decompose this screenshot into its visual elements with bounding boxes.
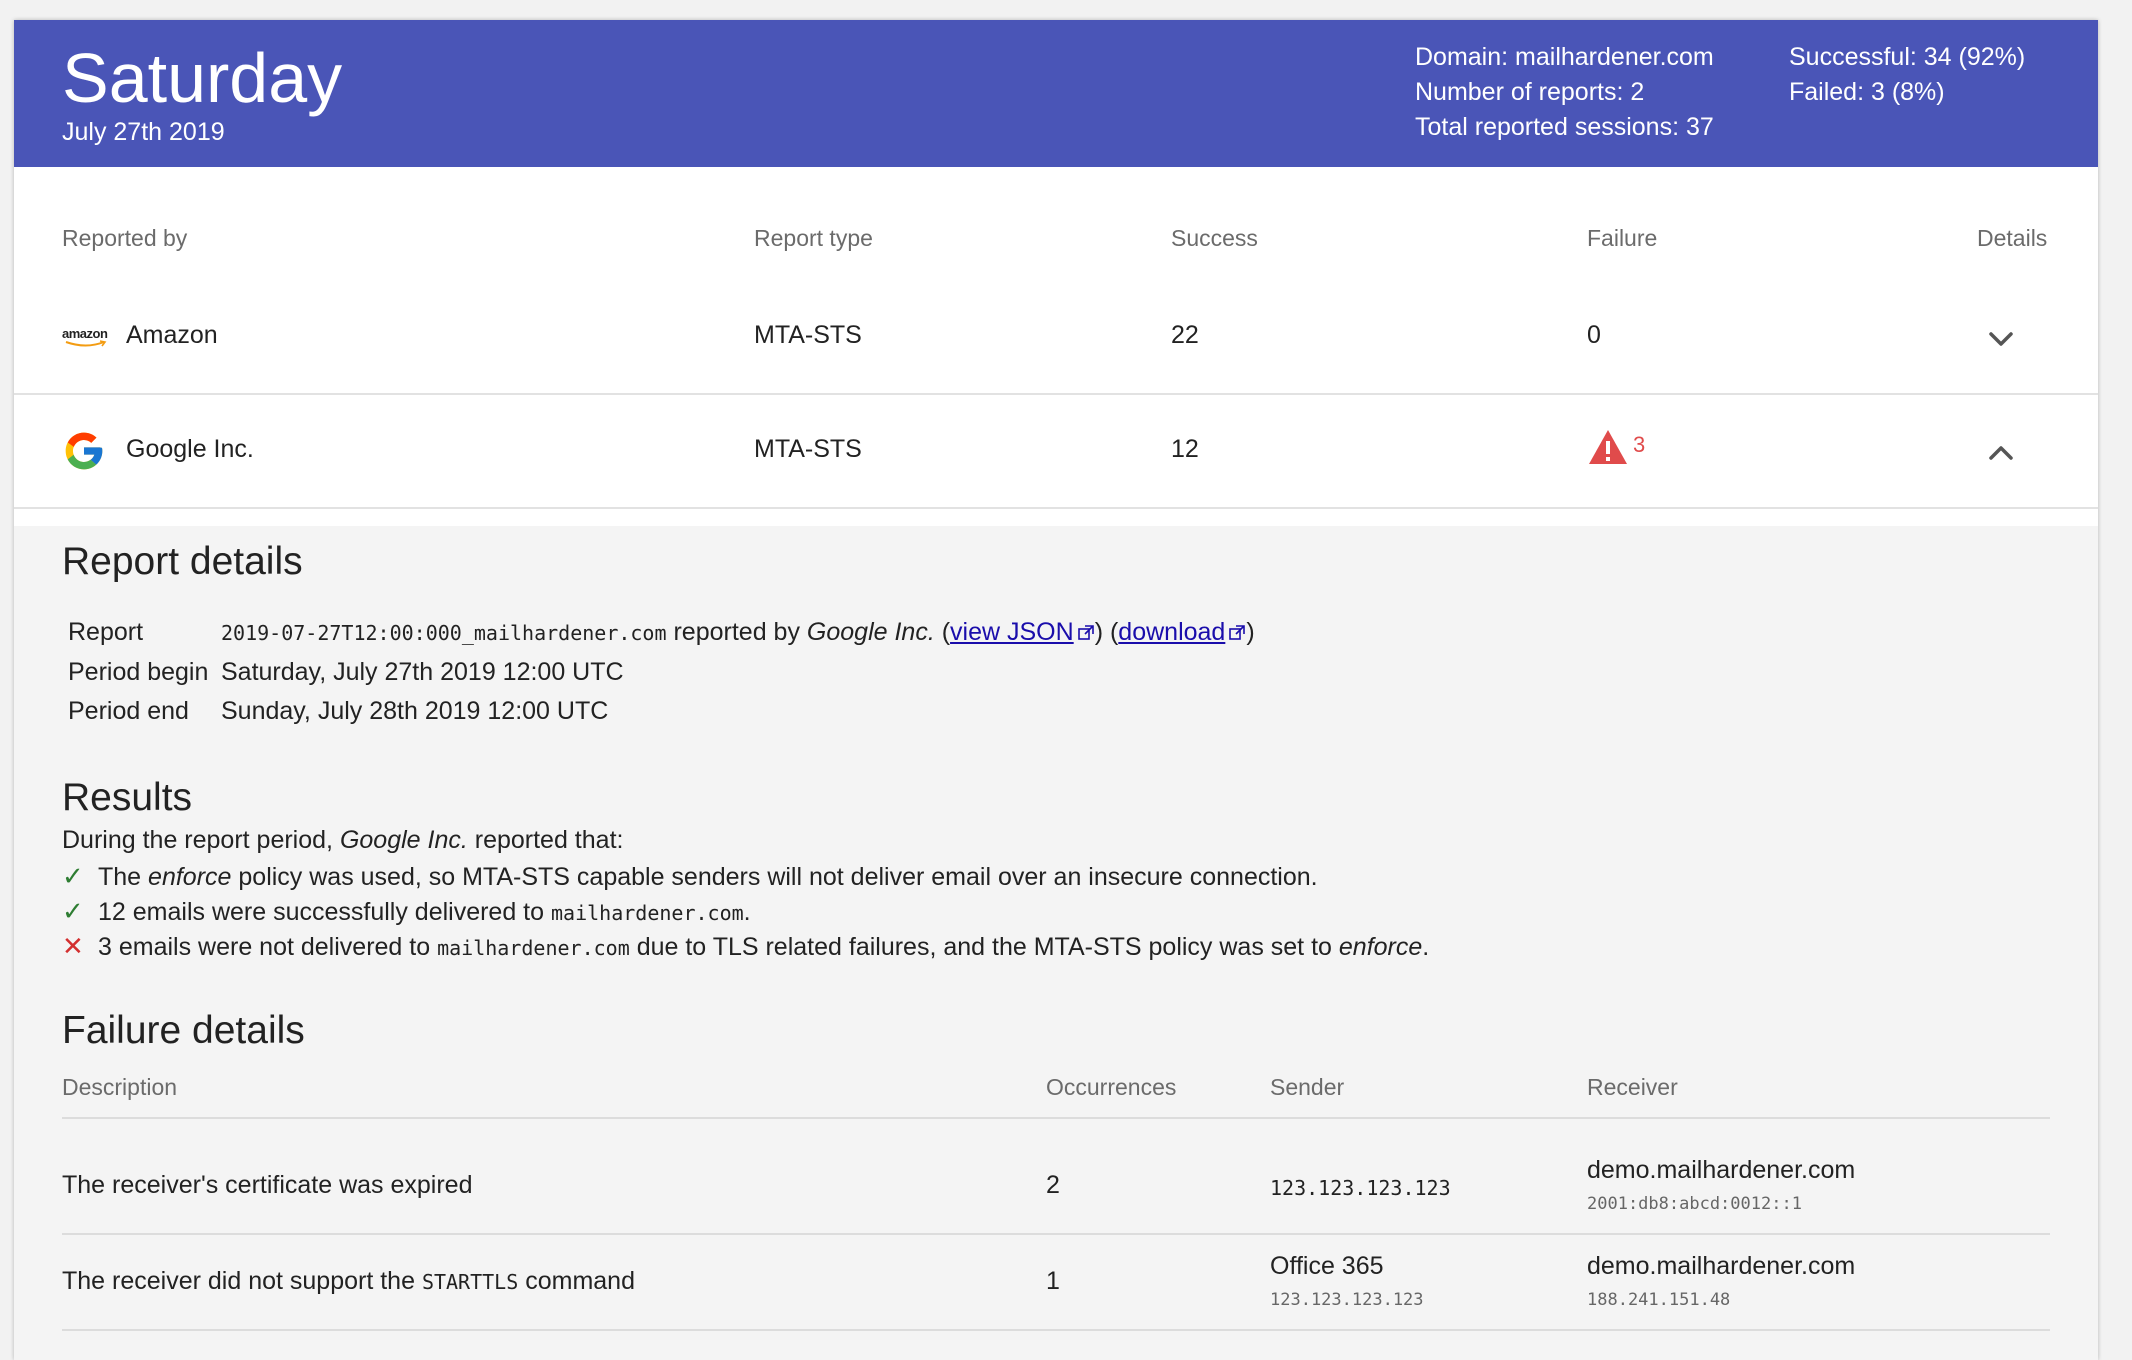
failure-description: The receiver did not support the STARTTL…	[62, 1267, 635, 1295]
result-item: ✓ The enforce policy was used, so MTA-STS…	[62, 861, 1318, 891]
result-item: ✓ 12 emails were successfully delivered t…	[62, 896, 751, 926]
failure-receiver: demo.mailhardener.com	[1587, 1252, 1856, 1280]
view-json-link[interactable]: view JSON	[950, 618, 1095, 646]
result-stats: Successful: 34 (92%) Failed: 3 (8%)	[1789, 40, 2025, 110]
col-receiver: Receiver	[1587, 1074, 1678, 1100]
reporter-name: Google Inc.	[806, 618, 935, 646]
failure-sender: 123.123.123.123	[1270, 1176, 1451, 1200]
report-value: 2019-07-27T12:00:000_mailhardener.com re…	[221, 618, 1255, 646]
period-begin-label: Period begin	[68, 658, 209, 686]
failure-description: The receiver's certificate was expired	[62, 1171, 473, 1199]
amazon-smile-icon	[65, 340, 107, 347]
table-row[interactable]: Google Inc. MTA-STS 12 3	[14, 395, 2098, 509]
failed-text: Failed: 3 (8%)	[1789, 78, 1945, 106]
period-end-label: Period end	[68, 697, 189, 725]
report-label: Report	[68, 618, 144, 646]
domain-stats: Domain: mailhardener.com Number of repor…	[1415, 40, 1714, 145]
failure-occurrences: 1	[1046, 1267, 1060, 1295]
amazon-logo: amazon	[62, 326, 108, 347]
external-link-icon	[1229, 625, 1246, 641]
success-count: 22	[1171, 321, 1199, 349]
col-details: Details	[1977, 225, 2048, 251]
report-card: Saturday July 27th 2019 Domain: mailhard…	[14, 20, 2098, 1360]
divider	[62, 1233, 2050, 1235]
reporter-name: Google Inc.	[126, 435, 254, 463]
table-header-row: Reported by Report type Success Failure …	[14, 167, 2098, 283]
chevron-up-icon[interactable]	[1981, 433, 2021, 473]
divider	[62, 1329, 2050, 1331]
failure-sender: Office 365	[1270, 1252, 1384, 1280]
col-sender: Sender	[1270, 1074, 1345, 1100]
period-end-value: Sunday, July 28th 2019 12:00 UTC	[221, 697, 609, 725]
col-failure: Failure	[1587, 225, 1658, 251]
col-success: Success	[1171, 225, 1258, 251]
external-link-icon	[1077, 625, 1094, 641]
col-report-type: Report type	[754, 225, 873, 251]
failure-details-title: Failure details	[62, 1009, 305, 1052]
report-id: 2019-07-27T12:00:000_mailhardener.com	[221, 621, 667, 645]
results-intro: During the report period, Google Inc. re…	[62, 826, 624, 854]
warning-icon	[1589, 430, 1627, 464]
report-type: MTA-STS	[754, 435, 862, 463]
failure-count: 0	[1587, 321, 1601, 349]
failure-count: 3	[1633, 432, 1646, 457]
day-title: Saturday	[62, 39, 343, 117]
reported-by-text: reported by	[673, 618, 800, 646]
col-reported-by: Reported by	[62, 225, 188, 251]
failure-receiver-ip: 2001:db8:abcd:0012::1	[1587, 1194, 1802, 1214]
failure-receiver-ip: 188.241.151.48	[1587, 1290, 1731, 1310]
table-row[interactable]: amazon Amazon MTA-STS 22 0	[14, 281, 2098, 395]
day-header: Saturday July 27th 2019 Domain: mailhard…	[14, 20, 2098, 167]
report-type: MTA-STS	[754, 321, 862, 349]
cross-icon: ✕	[62, 931, 84, 961]
failure-occurrences: 2	[1046, 1171, 1060, 1199]
day-date: July 27th 2019	[62, 118, 225, 146]
report-details-panel: Report details Report 2019-07-27T12:00:0…	[14, 526, 2098, 1360]
domain-text: Domain: mailhardener.com	[1415, 43, 1714, 71]
google-logo	[65, 432, 103, 470]
period-begin-value: Saturday, July 27th 2019 12:00 UTC	[221, 658, 624, 686]
total-sessions-text: Total reported sessions: 37	[1415, 113, 1714, 141]
check-icon: ✓	[62, 896, 84, 926]
num-reports-text: Number of reports: 2	[1415, 78, 1645, 106]
divider	[62, 1117, 2050, 1119]
successful-text: Successful: 34 (92%)	[1789, 43, 2026, 71]
chevron-down-icon[interactable]	[1981, 319, 2021, 359]
report-details-title: Report details	[62, 540, 303, 583]
reporter-name: Amazon	[126, 321, 218, 349]
result-item: ✕ 3 emails were not delivered to mailhard…	[62, 931, 1430, 961]
failure-receiver: demo.mailhardener.com	[1587, 1156, 1856, 1184]
failure-sender-ip: 123.123.123.123	[1270, 1290, 1424, 1310]
col-occurrences: Occurrences	[1046, 1074, 1177, 1100]
download-link[interactable]: download	[1118, 618, 1246, 646]
reports-table: Reported by Report type Success Failure …	[14, 167, 2098, 526]
results-title: Results	[62, 776, 193, 819]
check-icon: ✓	[62, 861, 84, 891]
success-count: 12	[1171, 435, 1199, 463]
col-description: Description	[62, 1074, 178, 1100]
